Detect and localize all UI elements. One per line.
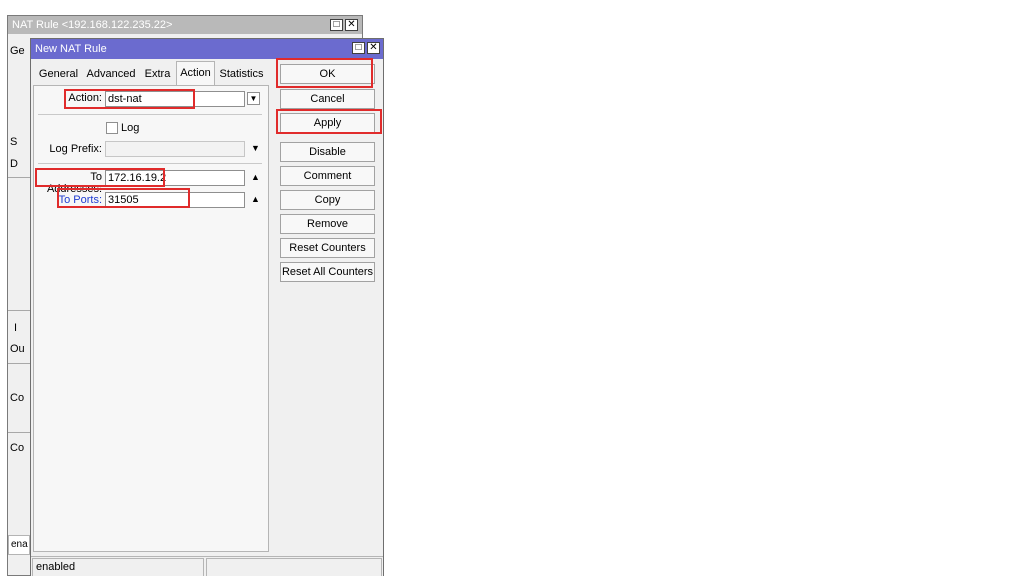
background-divider xyxy=(8,432,30,433)
triangle-up-icon[interactable]: ▲ xyxy=(251,194,260,204)
action-select[interactable]: dst-nat xyxy=(105,91,245,107)
log-label: Log xyxy=(121,122,140,134)
log-prefix-label: Log Prefix: xyxy=(49,143,102,155)
tab-statistics[interactable]: Statistics xyxy=(218,63,265,85)
background-divider xyxy=(8,310,30,311)
reset-counters-button[interactable]: Reset Counters xyxy=(280,238,375,258)
dialog-title: New NAT Rule xyxy=(31,39,383,59)
background-label-fragment: S xyxy=(10,136,18,148)
tab-action[interactable]: Action xyxy=(176,61,215,85)
background-status-bar: ena xyxy=(8,535,30,555)
log-prefix-input[interactable] xyxy=(105,141,245,157)
action-label: Action: xyxy=(68,92,102,104)
apply-button[interactable]: Apply xyxy=(280,113,375,133)
section-divider xyxy=(38,163,262,164)
to-addresses-input[interactable]: 172.16.19.2 xyxy=(105,170,245,186)
tab-extra[interactable]: Extra xyxy=(141,63,174,85)
cancel-button[interactable]: Cancel xyxy=(280,89,375,109)
background-label-fragment: D xyxy=(10,158,18,170)
background-divider xyxy=(8,177,30,178)
background-label-fragment: Co xyxy=(10,392,25,404)
copy-button[interactable]: Copy xyxy=(280,190,375,210)
to-ports-input[interactable]: 31505 xyxy=(105,192,245,208)
close-icon[interactable]: ✕ xyxy=(367,42,380,54)
section-divider xyxy=(38,114,262,115)
tab-advanced[interactable]: Advanced xyxy=(84,63,138,85)
background-label-fragment: I xyxy=(14,322,18,334)
close-icon[interactable]: ✕ xyxy=(345,19,358,31)
ok-button[interactable]: OK xyxy=(280,64,375,84)
background-label-fragment: Ou xyxy=(10,343,25,355)
background-label-fragment: Ge xyxy=(10,45,25,57)
background-label-fragment: Co xyxy=(10,442,25,454)
restore-icon[interactable]: □ xyxy=(330,19,343,31)
background-window-title: NAT Rule <192.168.122.235.22> xyxy=(8,16,362,34)
dropdown-arrow-icon[interactable]: ▼ xyxy=(247,92,260,105)
to-ports-label: To Ports: xyxy=(58,194,102,206)
restore-icon[interactable]: □ xyxy=(352,42,365,54)
disable-button[interactable]: Disable xyxy=(280,142,375,162)
to-addresses-label: To Addresses: xyxy=(46,171,102,195)
status-text: enabled xyxy=(32,558,204,576)
comment-button[interactable]: Comment xyxy=(280,166,375,186)
reset-all-counters-button[interactable]: Reset All Counters xyxy=(280,262,375,282)
status-cell-empty xyxy=(206,558,382,576)
triangle-up-icon[interactable]: ▲ xyxy=(251,172,260,182)
tab-general[interactable]: General xyxy=(37,63,80,85)
triangle-down-icon[interactable]: ▼ xyxy=(251,143,260,153)
remove-button[interactable]: Remove xyxy=(280,214,375,234)
background-divider xyxy=(8,363,30,364)
log-checkbox[interactable] xyxy=(106,122,118,134)
